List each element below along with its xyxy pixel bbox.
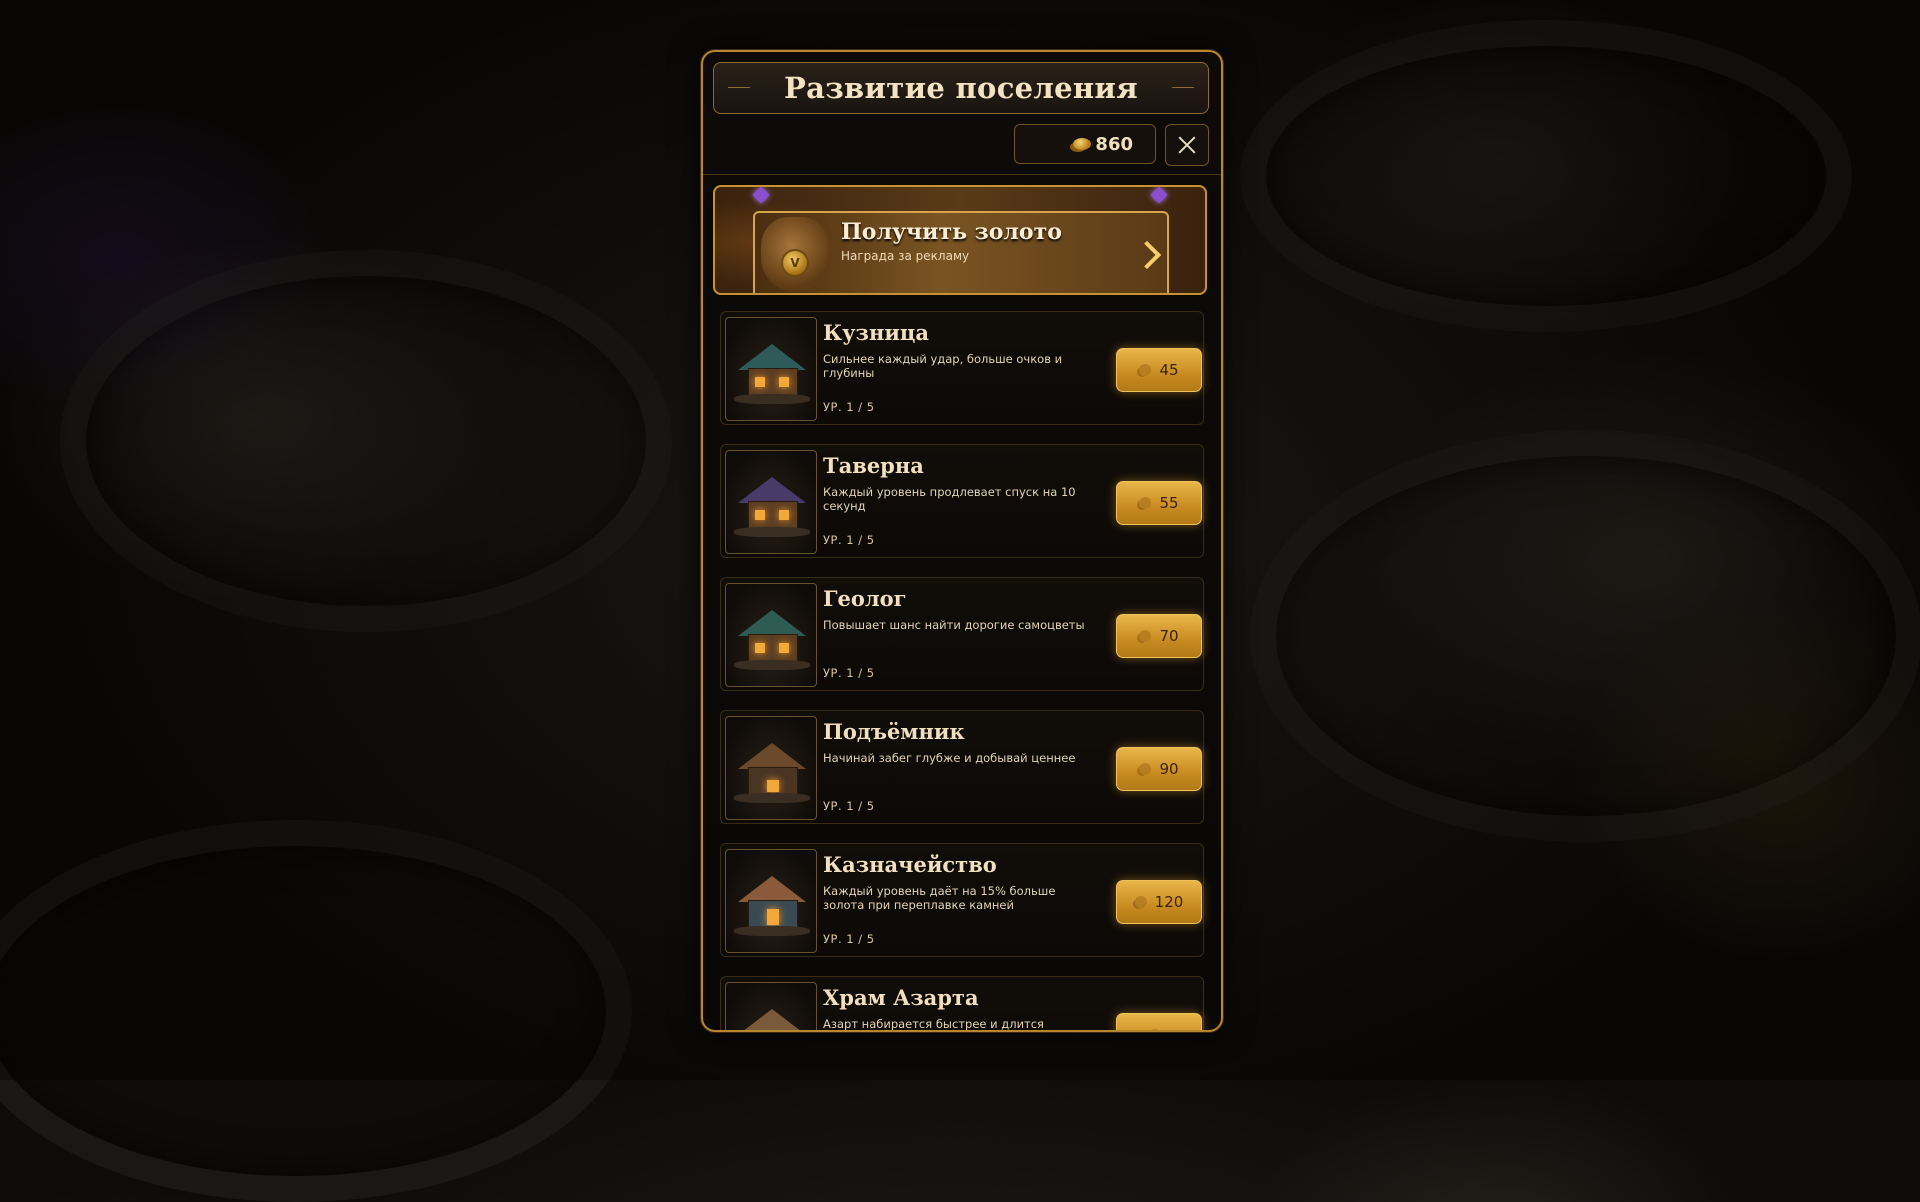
title-ornament (728, 87, 750, 88)
panel-title: Развитие поселения (784, 71, 1138, 105)
upgrade-cost: 90 (1159, 760, 1179, 778)
get-gold-ad-banner[interactable]: V Получить золото Награда за рекламу (713, 185, 1207, 295)
upgrade-cost: 70 (1159, 627, 1179, 645)
buy-upgrade-button[interactable]: 90 (1116, 747, 1202, 791)
gem-ornament-icon (752, 187, 770, 204)
buy-upgrade-button[interactable]: 120 (1116, 880, 1202, 924)
gold-amount: 860 (1095, 133, 1133, 155)
upgrade-card-tavern: Таверна Каждый уровень продлевает спуск … (720, 444, 1204, 558)
upgrade-level: УР. 1 / 5 (823, 799, 875, 813)
tavern-icon (725, 450, 817, 554)
gold-coin-icon (1139, 763, 1152, 775)
upgrade-list[interactable]: V Получить золото Награда за рекламу Куз… (703, 185, 1221, 1030)
forge-icon (725, 317, 817, 421)
upgrade-description: Азарт набирается быстрее и длится дольше (823, 1017, 1044, 1030)
gold-coin-icon: V (781, 249, 809, 277)
close-icon (1178, 136, 1196, 154)
upgrade-card-geologist: Геолог Повышает шанс найти дорогие самоц… (720, 577, 1204, 691)
gem-ornament-icon (1150, 187, 1168, 204)
upgrade-name: Кузница (823, 320, 930, 345)
toolbar: 860 (703, 124, 1221, 175)
settlement-panel: Развитие поселения 860 V Получить золото… (701, 50, 1223, 1032)
treasury-icon (725, 849, 817, 953)
upgrade-card-forge: Кузница Сильнее каждый удар, больше очко… (720, 311, 1204, 425)
gold-bag-icon: V (761, 217, 829, 291)
upgrade-cost: 120 (1154, 893, 1184, 911)
upgrade-name: Геолог (823, 586, 907, 611)
upgrade-description: Каждый уровень даёт на 15% больше золота… (823, 884, 1056, 912)
upgrade-level: УР. 1 / 5 (823, 932, 875, 946)
upgrade-card-temple: Храм Азарта Азарт набирается быстрее и д… (720, 976, 1204, 1030)
title-ornament (1172, 87, 1194, 88)
gold-coin-icon (1139, 364, 1152, 376)
upgrade-cost: 45 (1159, 361, 1179, 379)
upgrade-level: УР. 1 / 5 (823, 400, 875, 414)
upgrade-name: Подъёмник (823, 719, 965, 744)
upgrade-card-lift: Подъёмник Начинай забег глубже и добывай… (720, 710, 1204, 824)
upgrade-card-treasury: Казначейство Каждый уровень даёт на 15% … (720, 843, 1204, 957)
geologist-icon (725, 583, 817, 687)
lift-icon (725, 716, 817, 820)
upgrade-name: Таверна (823, 453, 924, 478)
buy-upgrade-button[interactable]: 55 (1116, 481, 1202, 525)
upgrade-level: УР. 1 / 5 (823, 666, 875, 680)
upgrade-level: УР. 1 / 5 (823, 533, 875, 547)
ad-title: Получить золото (841, 219, 1062, 245)
upgrade-description: Начинай забег глубже и добывай ценнее (823, 751, 1076, 765)
gold-coin-icon (1139, 497, 1152, 509)
buy-upgrade-button[interactable] (1116, 1013, 1202, 1030)
gold-coin-icon (1149, 1029, 1161, 1030)
gold-coin-icon (1139, 630, 1152, 642)
upgrade-cost: 55 (1159, 494, 1179, 512)
ad-subtitle: Награда за рекламу (841, 249, 970, 263)
close-button[interactable] (1165, 124, 1209, 166)
upgrade-name: Казначейство (823, 852, 997, 877)
upgrade-description: Каждый уровень продлевает спуск на 10 се… (823, 485, 1076, 513)
buy-upgrade-button[interactable]: 45 (1116, 348, 1202, 392)
temple-icon (725, 982, 817, 1030)
upgrade-description: Сильнее каждый удар, больше очков и глуб… (823, 352, 1063, 380)
gold-coin-icon (1134, 896, 1147, 908)
gold-balance: 860 (1014, 124, 1156, 164)
gold-coins-icon (1073, 138, 1092, 150)
upgrade-name: Храм Азарта (823, 985, 979, 1010)
upgrade-description: Повышает шанс найти дорогие самоцветы (823, 618, 1085, 632)
ad-text: Получить золото Награда за рекламу (841, 219, 1062, 263)
title-bar: Развитие поселения (713, 62, 1209, 114)
buy-upgrade-button[interactable]: 70 (1116, 614, 1202, 658)
